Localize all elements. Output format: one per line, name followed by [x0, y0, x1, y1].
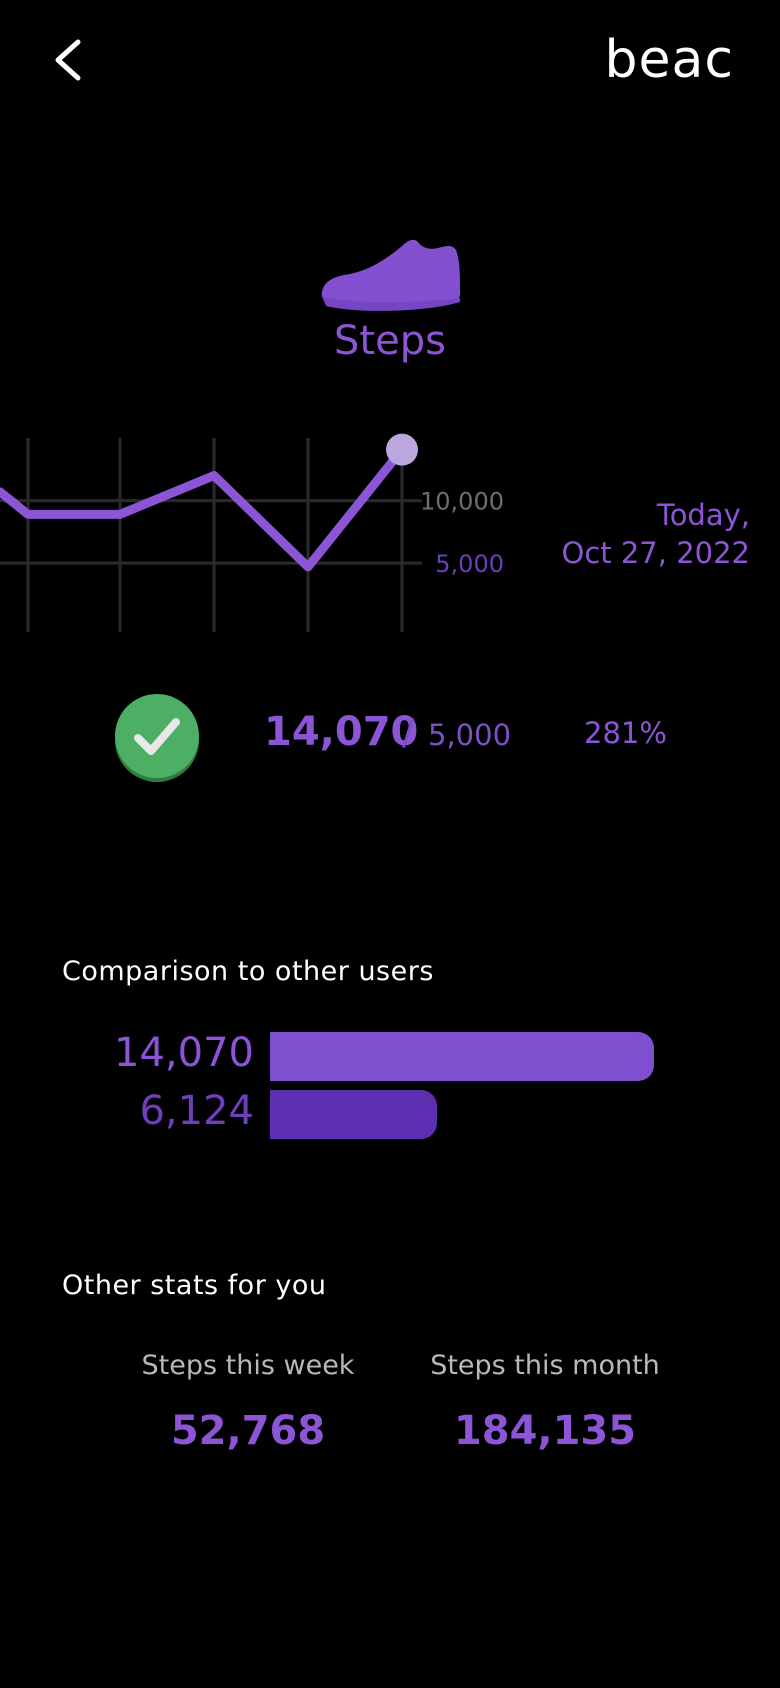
chart-y-tick-label: 10,000 [420, 488, 504, 516]
date-label: Today, Oct 27, 2022 [562, 496, 751, 572]
goal-percent: 281% [584, 716, 667, 750]
comparison-heading: Comparison to other users [62, 956, 434, 987]
stat-week-value: 52,768 [170, 1408, 326, 1454]
chart-grid [0, 438, 422, 632]
goal-separator: / [402, 712, 415, 753]
date-label-line2: Oct 27, 2022 [561, 536, 751, 570]
date-label-line1: Today, [656, 498, 750, 532]
shoe-icon [321, 239, 461, 311]
check-circle-icon [115, 694, 199, 782]
brand-logo: beac [604, 30, 734, 90]
chart-y-ticks: 10,000 5,000 [420, 488, 504, 579]
chart-series-line [0, 445, 407, 572]
other-stats-heading: Other stats for you [62, 1270, 327, 1301]
steps-line-chart: 10,000 5,000 [0, 433, 504, 632]
back-button[interactable] [38, 30, 98, 90]
comparison-others-bar [270, 1090, 438, 1139]
stat-month-label: Steps this month [430, 1350, 660, 1381]
comparison-user-value: 14,070 [114, 1030, 254, 1076]
page-title: Steps [334, 318, 446, 364]
comparison-others-value: 6,124 [139, 1088, 254, 1134]
stat-month-value: 184,135 [453, 1408, 637, 1454]
comparison-user-bar [270, 1032, 654, 1081]
stat-week-label: Steps this week [141, 1350, 355, 1381]
steps-today-value: 14,070 [264, 709, 419, 755]
chevron-left-icon [55, 39, 81, 81]
chart-y-tick-label: 5,000 [435, 550, 504, 578]
chart-latest-point [386, 433, 418, 466]
goal-target-value: 5,000 [428, 718, 512, 752]
